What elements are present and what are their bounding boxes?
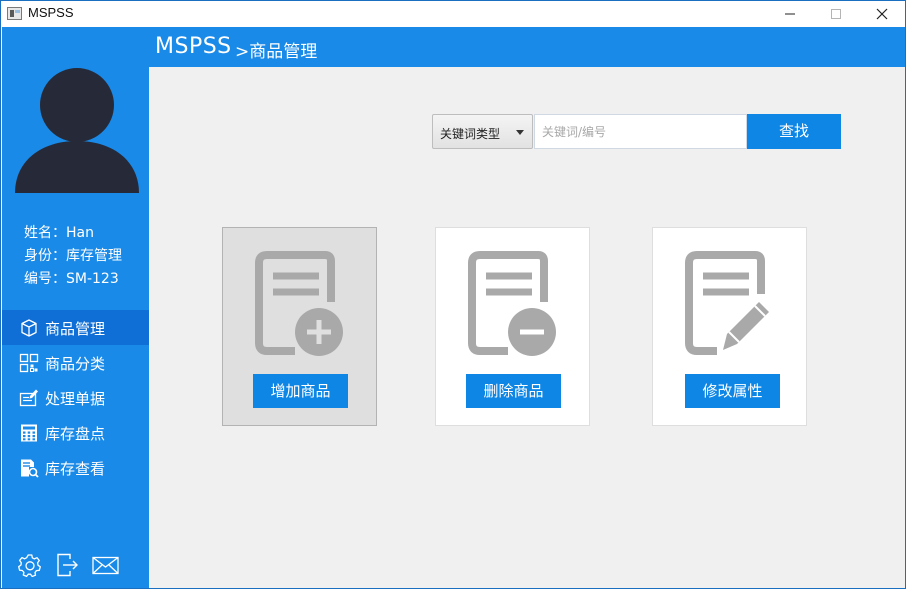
close-button[interactable] (859, 1, 905, 27)
calculator-icon (21, 424, 37, 442)
sidebar-item-label: 库存查看 (45, 460, 106, 478)
sidebar-item-product-category[interactable]: 商品分类 (2, 345, 149, 380)
box-icon (21, 319, 37, 337)
document-remove-icon (468, 251, 556, 356)
maximize-icon (831, 9, 841, 19)
sidebar-item-label: 库存盘点 (45, 425, 106, 443)
sidebar: 姓名：Han 身份：库存管理 编号：SM-123 商品管理 商品分类 处理单据 … (2, 27, 149, 588)
add-product-button[interactable]: 增加商品 (253, 374, 348, 408)
add-product-card[interactable]: 增加商品 (222, 227, 377, 426)
grid-icon (19, 353, 39, 373)
avatar (15, 68, 139, 193)
keyword-type-value: 关键词类型 (440, 127, 501, 141)
logout-icon[interactable] (56, 553, 80, 577)
user-id: 编号：SM-123 (24, 271, 119, 287)
sidebar-item-label: 商品管理 (45, 320, 106, 338)
sidebar-item-label: 处理单据 (45, 390, 106, 408)
sidebar-item-documents[interactable]: 处理单据 (2, 380, 149, 415)
search-input[interactable] (534, 114, 747, 149)
gear-icon[interactable] (18, 553, 42, 577)
app-icon (7, 7, 22, 20)
user-name: 姓名：Han (24, 225, 94, 241)
delete-product-card[interactable]: 删除商品 (435, 227, 590, 426)
close-icon (876, 8, 888, 20)
bottom-toolbar (18, 553, 138, 577)
keyword-type-select[interactable]: 关键词类型 (432, 114, 533, 149)
minimize-icon (785, 13, 795, 15)
sidebar-item-inventory-view[interactable]: 库存查看 (2, 450, 149, 485)
edit-document-icon (19, 389, 38, 407)
sidebar-item-label: 商品分类 (45, 355, 106, 373)
search-button[interactable]: 查找 (747, 114, 841, 149)
header-bar: MSPSS >商品管理 (149, 27, 905, 67)
delete-product-button[interactable]: 删除商品 (466, 374, 561, 408)
title-bar[interactable]: MSPSS (1, 1, 905, 27)
edit-attributes-button[interactable]: 修改属性 (685, 374, 780, 408)
minimize-button[interactable] (767, 1, 813, 27)
main-content: 关键词类型 查找 增加商品 (149, 67, 905, 588)
document-edit-icon (685, 251, 769, 355)
sidebar-nav: 商品管理 商品分类 处理单据 库存盘点 库存查看 (2, 310, 149, 485)
brand-title: MSPSS (155, 34, 232, 59)
document-search-icon (21, 459, 39, 478)
user-role: 身份：库存管理 (24, 248, 122, 264)
edit-attributes-card[interactable]: 修改属性 (652, 227, 807, 426)
mail-icon[interactable] (92, 553, 119, 577)
chevron-down-icon (516, 130, 524, 135)
user-info: 姓名：Han 身份：库存管理 编号：SM-123 (24, 222, 122, 291)
maximize-button[interactable] (813, 1, 859, 27)
breadcrumb: >商品管理 (235, 42, 318, 62)
app-window: MSPSS 姓名：Han 身份：库存管理 编号：SM-123 商品管理 商品分类… (0, 0, 906, 589)
sidebar-item-inventory-count[interactable]: 库存盘点 (2, 415, 149, 450)
window-title: MSPSS (28, 5, 74, 20)
sidebar-item-product-management[interactable]: 商品管理 (2, 310, 149, 345)
document-add-icon (255, 251, 343, 356)
